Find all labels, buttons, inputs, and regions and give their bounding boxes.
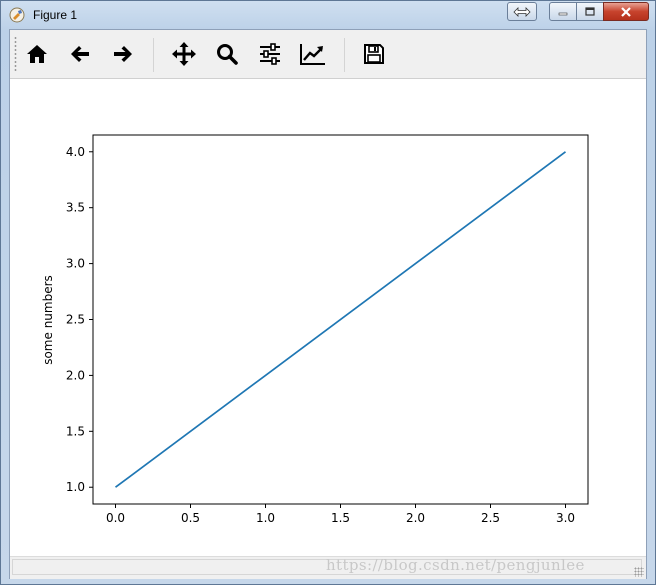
x-axis: 0.0 0.5 1.0 1.5 2.0 2.5 3.0 xyxy=(106,504,575,525)
double-arrow-icon xyxy=(513,6,531,17)
x-tick-label: 0.0 xyxy=(106,511,125,525)
maximize-icon xyxy=(585,7,595,16)
figure-window: Figure 1 0.0 0.5 1.0 1.5 2.0 2.5 3.0 1.0… xyxy=(0,0,656,585)
watermark-text: https://blog.csdn.net/pengjunlee xyxy=(326,556,585,574)
y-tick-label: 3.0 xyxy=(66,257,85,271)
sliders-icon xyxy=(260,43,280,65)
y-tick-label: 2.0 xyxy=(66,368,85,382)
y-tick-label: 4.0 xyxy=(66,145,85,159)
minimize-icon xyxy=(558,12,568,15)
arrow-right-icon xyxy=(114,46,132,62)
title-bar[interactable]: Figure 1 xyxy=(1,1,655,29)
edit-axis-button[interactable] xyxy=(298,39,328,69)
app-icon xyxy=(9,7,25,23)
y-axis: 1.0 1.5 2.0 2.5 3.0 3.5 4.0 xyxy=(66,145,93,494)
x-tick-label: 3.0 xyxy=(556,511,575,525)
line-chart-icon xyxy=(300,44,325,65)
forward-button[interactable] xyxy=(108,39,138,69)
y-tick-label: 1.0 xyxy=(66,480,85,494)
x-tick-label: 0.5 xyxy=(181,511,200,525)
home-button[interactable] xyxy=(22,39,52,69)
size-grip[interactable] xyxy=(634,567,644,577)
toolbar-grip[interactable] xyxy=(14,36,17,72)
figure-canvas[interactable]: 0.0 0.5 1.0 1.5 2.0 2.5 3.0 1.0 1.5 2.0 2.5 3.0 3.5… xyxy=(10,79,646,556)
y-tick-label: 3.5 xyxy=(66,201,85,215)
toolbar-separator xyxy=(344,38,345,72)
resize-toggle-button[interactable] xyxy=(507,2,537,21)
zoom-button[interactable] xyxy=(212,39,242,69)
figure-client-area: 0.0 0.5 1.0 1.5 2.0 2.5 3.0 1.0 1.5 2.0 2.5 3.0 3.5… xyxy=(9,29,647,579)
back-button[interactable] xyxy=(65,39,95,69)
toolbar-separator xyxy=(153,38,154,72)
y-axis-label: some numbers xyxy=(41,275,55,365)
close-icon xyxy=(621,6,631,17)
configure-subplots-button[interactable] xyxy=(255,39,285,69)
x-tick-label: 1.0 xyxy=(256,511,275,525)
line-plot: 0.0 0.5 1.0 1.5 2.0 2.5 3.0 1.0 1.5 2.0 2.5 3.0 3.5… xyxy=(41,134,589,525)
floppy-disk-icon xyxy=(364,44,384,64)
magnifier-icon xyxy=(217,44,238,65)
close-button[interactable] xyxy=(603,2,649,21)
y-tick-label: 1.5 xyxy=(66,424,85,438)
home-icon xyxy=(27,45,47,63)
x-tick-label: 2.0 xyxy=(406,511,425,525)
minimize-button[interactable] xyxy=(549,2,577,21)
x-tick-label: 1.5 xyxy=(331,511,350,525)
move-arrows-icon xyxy=(172,42,196,66)
maximize-button[interactable] xyxy=(576,2,604,21)
window-title: Figure 1 xyxy=(33,8,78,22)
arrow-left-icon xyxy=(71,46,89,62)
x-tick-label: 2.5 xyxy=(481,511,500,525)
y-tick-label: 2.5 xyxy=(66,313,85,327)
pan-button[interactable] xyxy=(169,39,199,69)
save-figure-button[interactable] xyxy=(359,39,389,69)
navigation-toolbar xyxy=(10,30,646,79)
